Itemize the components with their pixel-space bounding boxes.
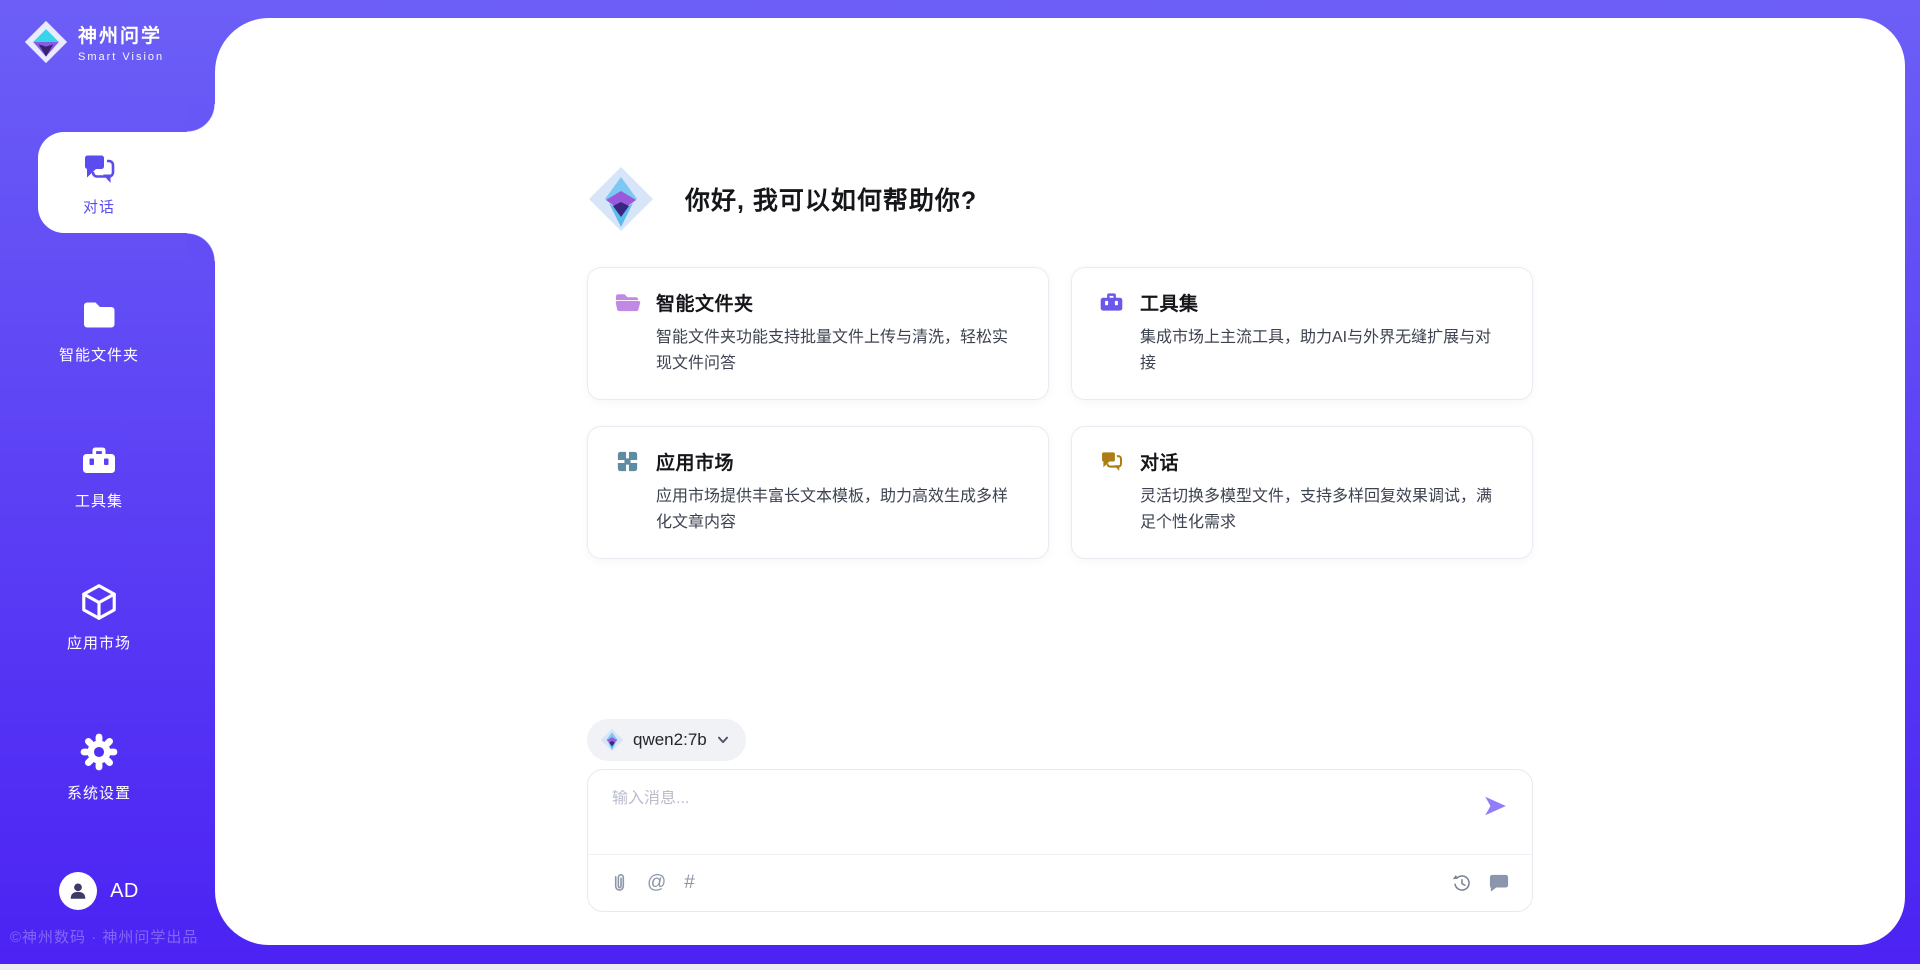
user-profile[interactable]: AD <box>0 872 198 910</box>
card-chat[interactable]: 对话 灵活切换多模型文件，支持多样回复效果调试，满足个性化需求 <box>1071 426 1533 559</box>
history-icon <box>1451 872 1473 894</box>
send-button[interactable] <box>1482 793 1508 819</box>
card-title: 智能文件夹 <box>656 289 754 316</box>
sidebar-item-toolset[interactable]: 工具集 <box>0 441 198 511</box>
copyright-footer: ©神州数码 · 神州问学出品 <box>10 926 198 947</box>
avatar <box>59 872 97 910</box>
hashtag-button[interactable]: # <box>684 873 695 892</box>
chat-bubbles-icon <box>1098 448 1125 475</box>
greeting-block: 你好, 我可以如何帮助你? <box>587 161 1533 237</box>
chat-bubble-button[interactable] <box>1488 873 1510 893</box>
brand-subtitle: Smart Vision <box>78 51 164 63</box>
feature-cards: 智能文件夹 智能文件夹功能支持批量文件上传与清洗，轻松实现文件问答 <box>587 267 1533 559</box>
toolbox-icon <box>79 441 119 481</box>
brand-name: 神州问学 <box>78 21 164 48</box>
sidebar-item-label: 应用市场 <box>67 632 131 653</box>
sidebar-item-label: 工具集 <box>75 490 123 511</box>
chat-bubbles-icon <box>79 149 119 189</box>
card-title: 对话 <box>1140 448 1179 475</box>
user-initials: AD <box>110 880 139 903</box>
send-icon <box>1482 793 1508 819</box>
folder-open-icon <box>614 289 641 316</box>
folder-icon <box>79 295 119 335</box>
card-description: 应用市场提供丰富长文本模板，助力高效生成多样化文章内容 <box>656 484 1022 536</box>
message-composer: @ # <box>587 769 1533 912</box>
main-panel: 你好, 我可以如何帮助你? 智能文件夹 智能文件夹功能支持批量文件上传与清洗，轻… <box>215 18 1905 945</box>
model-name: qwen2:7b <box>633 730 707 750</box>
sidebar-item-smart-folder[interactable]: 智能文件夹 <box>0 295 198 365</box>
card-smart-folder[interactable]: 智能文件夹 智能文件夹功能支持批量文件上传与清洗，轻松实现文件问答 <box>587 267 1049 400</box>
paperclip-icon <box>610 872 629 893</box>
sidebar-item-settings[interactable]: 系统设置 <box>0 731 198 803</box>
card-description: 集成市场上主流工具，助力AI与外界无缝扩展与对接 <box>1140 325 1506 377</box>
app-root: 神州问学 Smart Vision 对话 智能文件夹 <box>0 0 1920 970</box>
message-input[interactable] <box>612 790 1374 808</box>
brand-diamond-icon <box>24 20 68 64</box>
attach-button[interactable] <box>610 872 629 893</box>
brand-logo: 神州问学 Smart Vision <box>24 20 164 64</box>
sidebar: 神州问学 Smart Vision 对话 智能文件夹 <box>0 0 215 964</box>
model-diamond-icon <box>600 728 624 752</box>
card-app-market[interactable]: 应用市场 应用市场提供丰富长文本模板，助力高效生成多样化文章内容 <box>587 426 1049 559</box>
sidebar-item-chat[interactable]: 对话 <box>38 132 215 233</box>
card-toolset[interactable]: 工具集 集成市场上主流工具，助力AI与外界无缝扩展与对接 <box>1071 267 1533 400</box>
card-title: 工具集 <box>1140 289 1199 316</box>
window-bottom-edge <box>0 964 1920 970</box>
toolbox-icon <box>1098 289 1125 316</box>
card-description: 智能文件夹功能支持批量文件上传与清洗，轻松实现文件问答 <box>656 325 1022 377</box>
greeting-title: 你好, 我可以如何帮助你? <box>685 181 977 217</box>
sidebar-item-label: 系统设置 <box>67 782 131 803</box>
card-title: 应用市场 <box>656 448 734 475</box>
chevron-down-icon <box>716 733 730 747</box>
mention-button[interactable]: @ <box>647 873 666 892</box>
person-icon <box>67 880 89 902</box>
model-selector[interactable]: qwen2:7b <box>587 719 746 761</box>
app-grid-icon <box>614 448 641 475</box>
card-description: 灵活切换多模型文件，支持多样回复效果调试，满足个性化需求 <box>1140 484 1506 536</box>
history-button[interactable] <box>1451 872 1473 894</box>
sidebar-item-label: 对话 <box>83 196 115 217</box>
sidebar-item-label: 智能文件夹 <box>59 344 139 365</box>
cube-icon <box>78 581 120 623</box>
sidebar-item-app-market[interactable]: 应用市场 <box>0 581 198 653</box>
chat-bubble-icon <box>1488 873 1510 893</box>
model-selector-row: qwen2:7b <box>587 719 1533 761</box>
assistant-diamond-icon <box>587 161 655 237</box>
gear-icon <box>78 731 120 773</box>
